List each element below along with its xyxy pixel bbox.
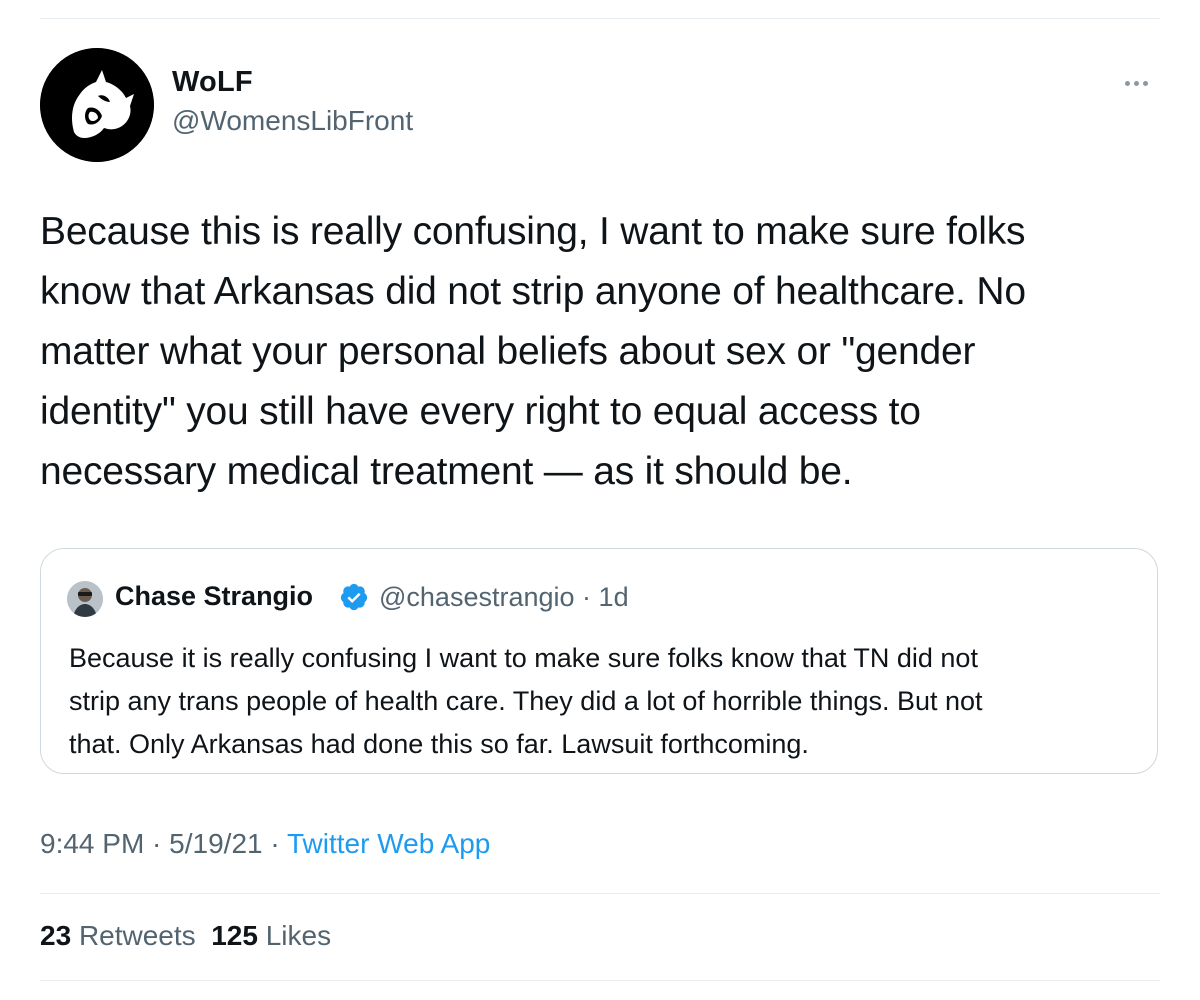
quoted-author-handle[interactable]: @chasestrangio · 1d (379, 582, 629, 613)
tweet-date[interactable]: 5/19/21 (169, 828, 262, 859)
retweets-label: Retweets (78, 920, 196, 951)
meta-separator: · (262, 828, 287, 859)
tweet-time[interactable]: 9:44 PM (40, 828, 144, 859)
meta-separator: · (144, 828, 170, 859)
quoted-author-avatar[interactable] (67, 581, 103, 617)
quoted-author-display-name[interactable]: Chase Strangio (115, 581, 313, 612)
author-display-name[interactable]: WoLF (172, 66, 253, 99)
likes-stat[interactable]: 125 Likes (211, 920, 331, 951)
quoted-tweet-card[interactable]: Chase Strangio @chasestrangio · 1d Becau… (40, 548, 1158, 774)
likes-label: Likes (265, 920, 332, 951)
top-divider (40, 18, 1160, 19)
retweets-stat[interactable]: 23 Retweets (40, 920, 196, 951)
tweet-text: Because this is really confusing, I want… (40, 210, 1026, 493)
quoted-handle-text: @chasestrangio (379, 582, 575, 612)
wolf-logo-icon[interactable] (40, 48, 154, 162)
likes-count: 125 (211, 920, 258, 951)
more-dot (1133, 80, 1139, 86)
quoted-time: 1d (598, 582, 629, 612)
author-handle[interactable]: @WomensLibFront (172, 105, 413, 137)
tweet-stats: 23 Retweets 125 Likes (40, 920, 331, 952)
more-horizontal-icon (1124, 80, 1130, 86)
stats-divider (40, 893, 1160, 894)
quoted-tweet-text: Because it is really confusing I want to… (69, 643, 983, 759)
more-options-button[interactable] (1116, 68, 1156, 98)
bottom-divider (40, 980, 1160, 981)
tweet-meta: 9:44 PM · 5/19/21 · Twitter Web App (40, 828, 490, 860)
quoted-separator: · (582, 582, 592, 612)
tweet-header: WoLF @WomensLibFront (40, 48, 1160, 162)
verified-badge-icon (339, 582, 369, 612)
more-dot (1142, 80, 1148, 86)
retweets-count: 23 (40, 920, 72, 951)
tweet-source-link[interactable]: Twitter Web App (287, 828, 490, 859)
